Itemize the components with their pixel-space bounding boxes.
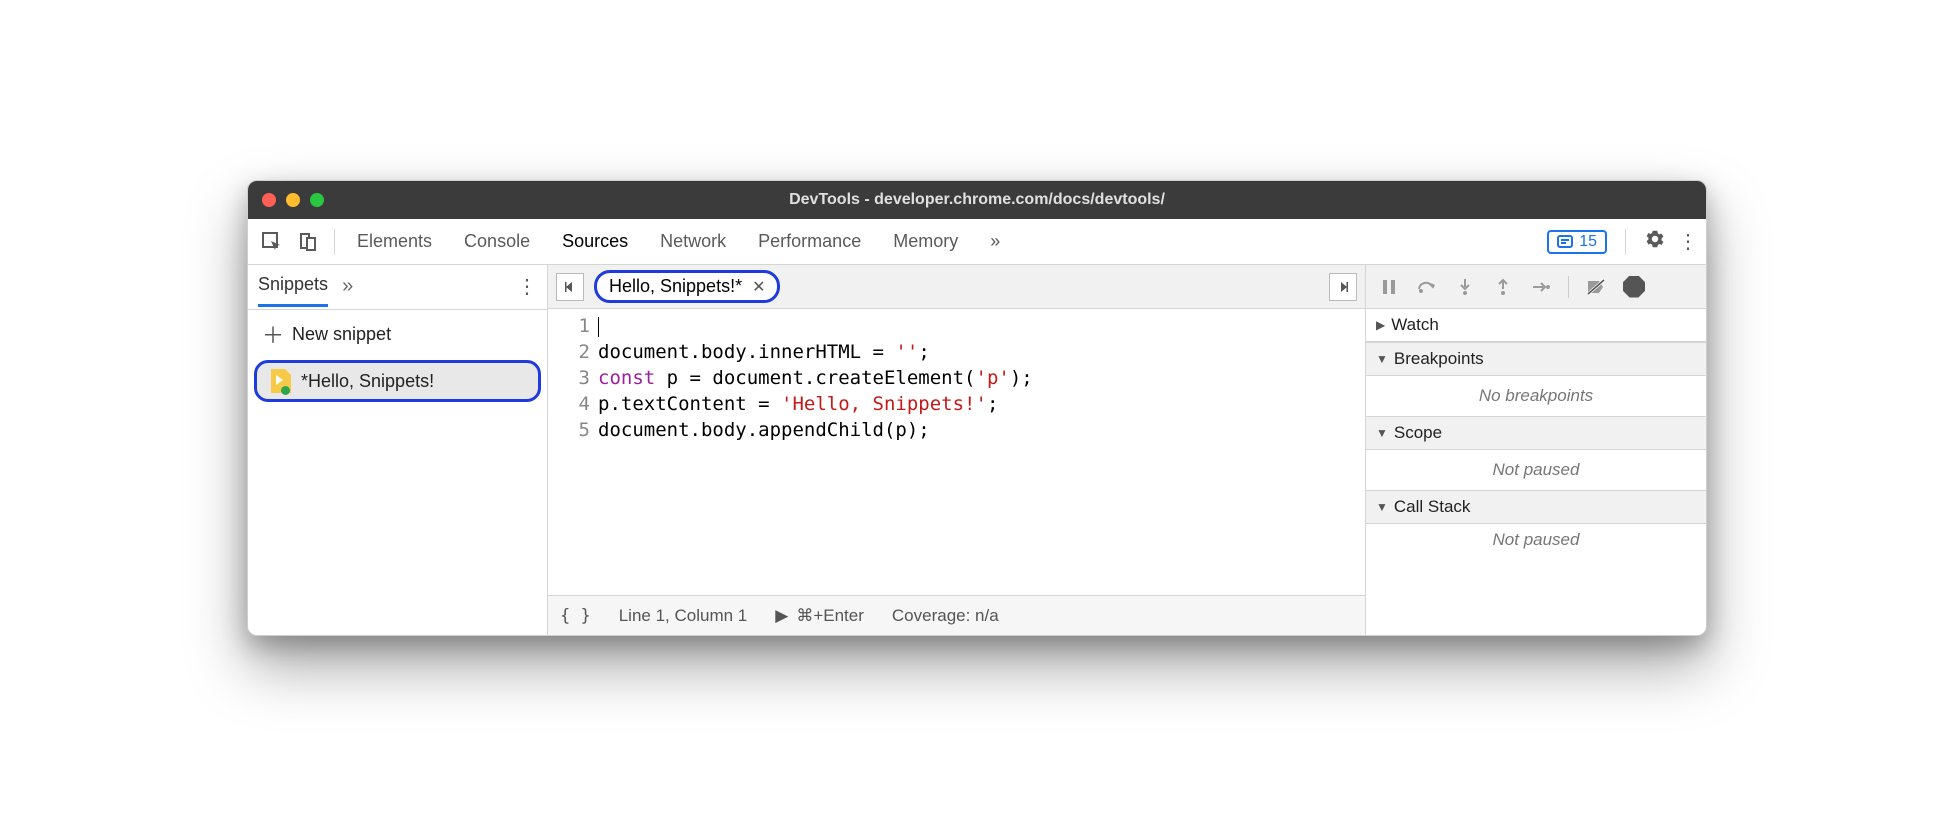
inspect-element-icon[interactable] (256, 226, 288, 258)
run-shortcut: ⌘+Enter (796, 606, 864, 626)
step-over-icon[interactable] (1416, 279, 1438, 295)
editor-file-tab[interactable]: Hello, Snippets!* ✕ (594, 270, 780, 303)
watch-section: ▶ Watch (1366, 309, 1706, 343)
panel-body: Snippets » ⋮ ＋ New snippet *Hello, Snipp… (248, 265, 1706, 635)
callstack-header[interactable]: ▼ Call Stack (1366, 491, 1706, 524)
breakpoints-section: ▼ Breakpoints No breakpoints (1366, 343, 1706, 417)
tab-elements[interactable]: Elements (357, 231, 432, 252)
pause-icon[interactable] (1378, 279, 1400, 295)
tabs-overflow[interactable]: » (990, 231, 1000, 252)
code-content: document.body.innerHTML = ''; const p = … (598, 313, 1033, 595)
step-icon[interactable] (1530, 280, 1552, 294)
coverage-status: Coverage: n/a (892, 606, 999, 626)
tab-network[interactable]: Network (660, 231, 726, 252)
callstack-empty: Not paused (1366, 524, 1706, 556)
breakpoints-empty: No breakpoints (1366, 376, 1706, 416)
tab-performance[interactable]: Performance (758, 231, 861, 252)
editor-statusbar: { } Line 1, Column 1 ▶ ⌘+Enter Coverage:… (548, 595, 1365, 635)
cursor-position: Line 1, Column 1 (619, 606, 748, 626)
toolbar-right: 15 ⋮ (1547, 228, 1698, 256)
step-out-icon[interactable] (1492, 278, 1514, 296)
callstack-section: ▼ Call Stack Not paused (1366, 491, 1706, 556)
scope-header[interactable]: ▼ Scope (1366, 417, 1706, 450)
scope-label: Scope (1394, 423, 1442, 443)
scope-section: ▼ Scope Not paused (1366, 417, 1706, 491)
pretty-print-button[interactable]: { } (560, 606, 591, 626)
pause-on-exceptions-icon[interactable] (1623, 276, 1645, 298)
tab-console[interactable]: Console (464, 231, 530, 252)
file-tab-label: Hello, Snippets!* (609, 276, 742, 297)
sidebar-tab-snippets[interactable]: Snippets (258, 265, 328, 307)
line-gutter: 1 2 3 4 5 (548, 313, 598, 595)
settings-icon[interactable] (1644, 228, 1666, 256)
snippet-list-item[interactable]: *Hello, Snippets! (254, 360, 541, 402)
watch-header[interactable]: ▶ Watch (1366, 309, 1706, 342)
separator (1625, 229, 1626, 255)
snippet-name: *Hello, Snippets! (301, 371, 434, 392)
plus-icon: ＋ (262, 318, 284, 350)
breakpoints-header[interactable]: ▼ Breakpoints (1366, 343, 1706, 376)
panel-tabs: Elements Console Sources Network Perform… (357, 231, 1000, 252)
run-snippet-button[interactable]: ▶ ⌘+Enter (775, 606, 864, 626)
sidebar-tabs: Snippets » ⋮ (248, 265, 547, 309)
sidebar-tabs-overflow[interactable]: » (342, 275, 353, 298)
callstack-label: Call Stack (1394, 497, 1471, 517)
unsaved-indicator-icon (281, 386, 290, 395)
issues-count: 15 (1579, 233, 1597, 251)
watch-label: Watch (1391, 315, 1439, 335)
expanded-triangle-icon: ▼ (1376, 352, 1388, 366)
device-toolbar-icon[interactable] (292, 226, 324, 258)
devtools-window: DevTools - developer.chrome.com/docs/dev… (247, 180, 1707, 636)
code-editor[interactable]: 1 2 3 4 5 document.body.innerHTML = ''; … (548, 309, 1365, 595)
collapsed-triangle-icon: ▶ (1376, 318, 1385, 332)
new-snippet-label: New snippet (292, 324, 391, 345)
tab-memory[interactable]: Memory (893, 231, 958, 252)
window-titlebar: DevTools - developer.chrome.com/docs/dev… (248, 181, 1706, 219)
expanded-triangle-icon: ▼ (1376, 426, 1388, 440)
editor-pane: Hello, Snippets!* ✕ 1 2 3 4 5 document.b (548, 265, 1366, 635)
navigate-forward-button[interactable] (1329, 273, 1357, 301)
play-icon: ▶ (775, 606, 788, 626)
new-snippet-button[interactable]: ＋ New snippet (248, 310, 547, 358)
editor-tabbar: Hello, Snippets!* ✕ (548, 265, 1365, 309)
window-title: DevTools - developer.chrome.com/docs/dev… (248, 191, 1706, 209)
breakpoints-label: Breakpoints (1394, 349, 1484, 369)
scope-empty: Not paused (1366, 450, 1706, 490)
sources-sidebar: Snippets » ⋮ ＋ New snippet *Hello, Snipp… (248, 265, 548, 635)
debugger-toolbar (1366, 265, 1706, 309)
deactivate-breakpoints-icon[interactable] (1585, 278, 1607, 296)
debugger-pane: ▶ Watch ▼ Breakpoints No breakpoints ▼ S… (1366, 265, 1706, 635)
expanded-triangle-icon: ▼ (1376, 500, 1388, 514)
separator (334, 229, 335, 255)
close-tab-icon[interactable]: ✕ (752, 277, 765, 297)
main-toolbar: Elements Console Sources Network Perform… (248, 219, 1706, 265)
more-options-icon[interactable]: ⋮ (1678, 229, 1698, 254)
issues-badge[interactable]: 15 (1547, 230, 1607, 254)
tab-sources[interactable]: Sources (562, 231, 628, 252)
step-into-icon[interactable] (1454, 278, 1476, 296)
sidebar-more-icon[interactable]: ⋮ (517, 274, 537, 299)
navigate-back-button[interactable] (556, 273, 584, 301)
